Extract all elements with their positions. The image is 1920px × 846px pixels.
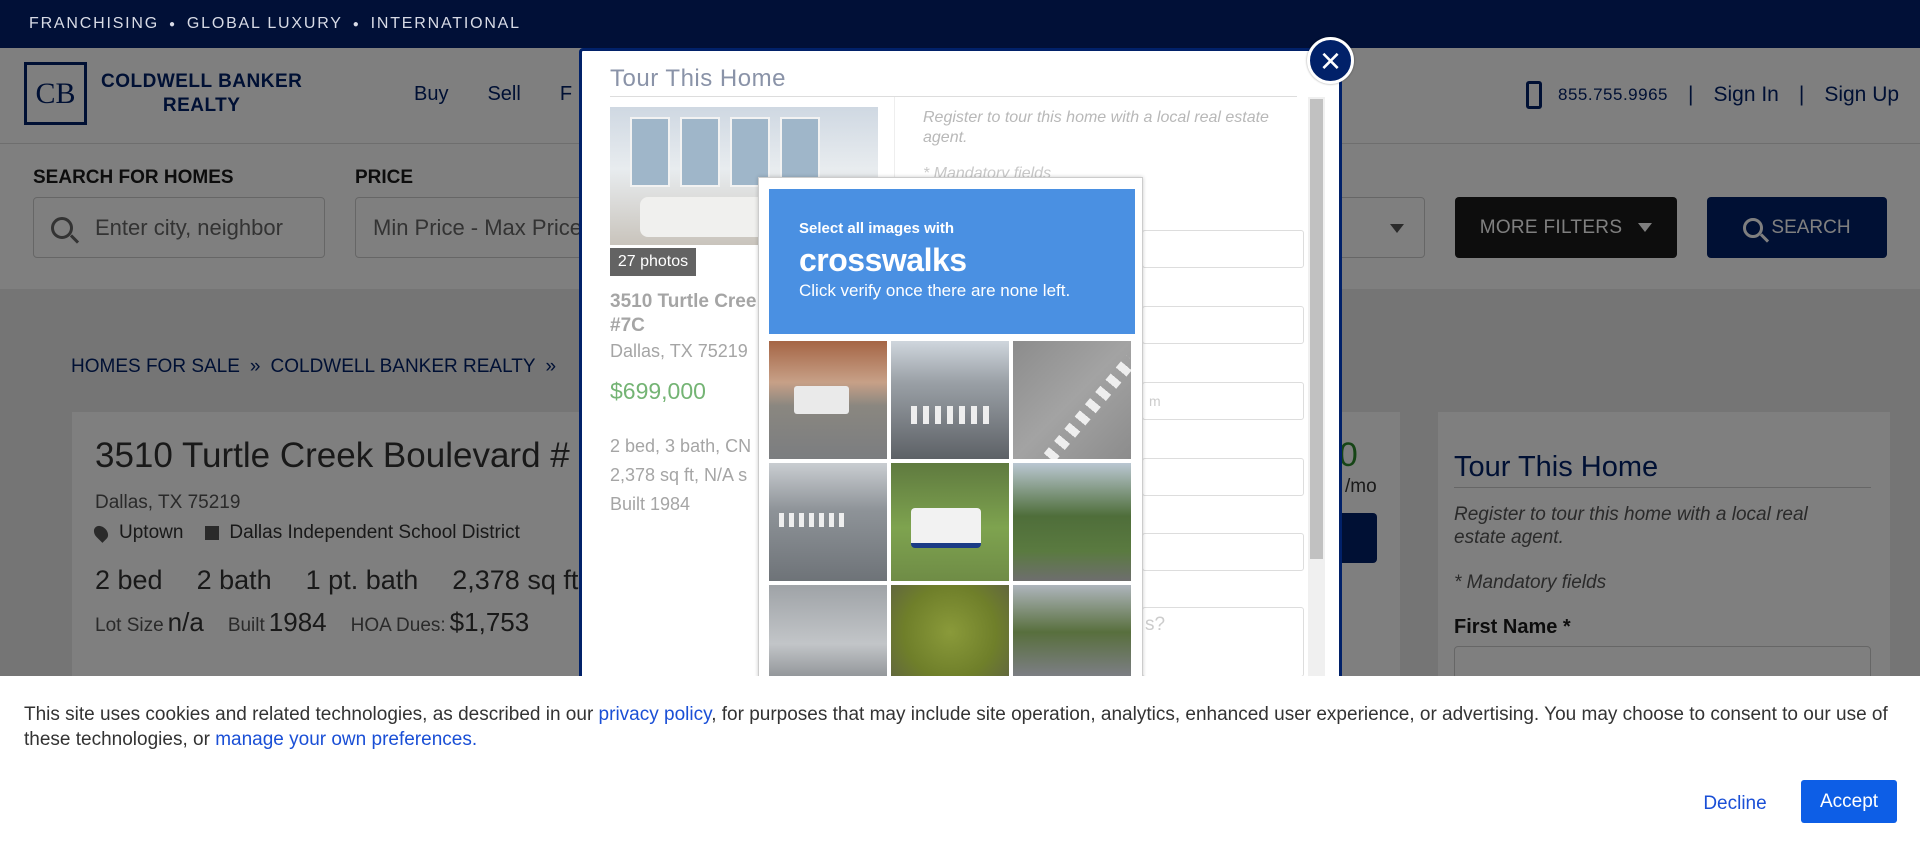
photo-count-badge[interactable]: 27 photos [610, 248, 696, 276]
email-field[interactable]: m [1142, 382, 1304, 420]
first-name-field[interactable] [1142, 230, 1304, 268]
divider [610, 96, 1297, 97]
captcha-hint: Click verify once there are none left. [799, 281, 1071, 300]
captcha-instruction: Select all images with [799, 220, 955, 237]
comments-placeholder: s? [1145, 614, 1166, 635]
topbar-global-luxury[interactable]: GLOBAL LUXURY [187, 15, 343, 33]
modal-title: Tour This Home [610, 65, 786, 92]
cookie-banner: This site uses cookies and related techn… [0, 676, 1920, 846]
privacy-policy-link[interactable]: privacy policy [599, 704, 712, 725]
captcha-tile[interactable] [891, 463, 1009, 581]
cookie-text: This site uses cookies and related techn… [24, 702, 1904, 752]
phone-field[interactable] [1142, 458, 1304, 496]
photo-window [680, 117, 720, 187]
modal-city: Dallas, TX 75219 [610, 341, 748, 361]
email-placeholder: m [1149, 393, 1161, 409]
comments-textarea[interactable]: s? [1142, 607, 1304, 677]
last-name-field[interactable] [1142, 306, 1304, 344]
modal-register-text: Register to tour this home with a local … [923, 109, 1269, 146]
topbar-dot: ● [352, 18, 361, 30]
captcha-tile[interactable] [891, 341, 1009, 459]
close-icon[interactable]: × [1307, 37, 1354, 84]
captcha-tile[interactable] [1013, 463, 1131, 581]
topbar-franchising[interactable]: FRANCHISING [29, 15, 159, 33]
captcha-target: crosswalks [799, 242, 967, 278]
modal-scrollbar-thumb[interactable] [1310, 99, 1323, 559]
captcha-header: Select all images with crosswalks Click … [769, 189, 1135, 334]
topbar-dot: ● [169, 18, 177, 30]
accept-button[interactable]: Accept [1801, 780, 1897, 823]
captcha-grid [769, 341, 1135, 703]
top-utility-bar: FRANCHISING ● GLOBAL LUXURY ● INTERNATIO… [0, 0, 1920, 48]
cookie-text-before: This site uses cookies and related techn… [24, 704, 599, 725]
manage-preferences-link[interactable]: manage your own preferences. [215, 729, 477, 750]
topbar-international[interactable]: INTERNATIONAL [371, 15, 521, 33]
captcha-tile[interactable] [1013, 341, 1131, 459]
modal-price: $699,000 [610, 378, 706, 404]
date-field[interactable] [1142, 533, 1304, 571]
captcha-tile[interactable] [769, 341, 887, 459]
decline-button[interactable]: Decline [1680, 783, 1790, 825]
captcha-challenge: Select all images with crosswalks Click … [758, 177, 1143, 717]
captcha-tile[interactable] [769, 463, 887, 581]
photo-window [630, 117, 670, 187]
